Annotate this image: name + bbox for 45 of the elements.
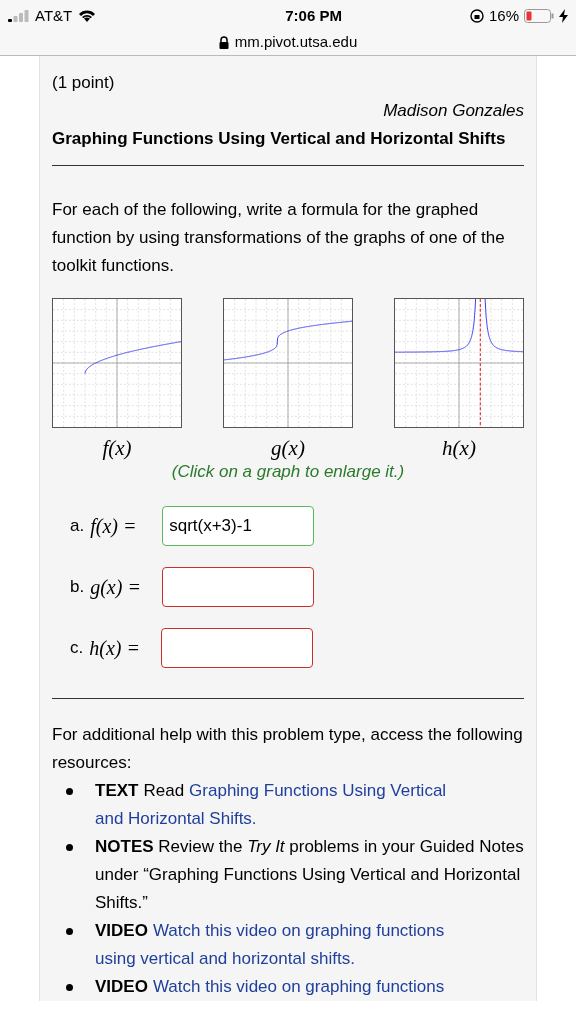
answer-letter: b. [70, 576, 85, 598]
resource-link[interactable]: Watch this video on graphing functions [152, 973, 445, 1001]
clock-time: 7:06 PM [285, 5, 342, 26]
resource-item: NOTES Review the Try It problems in your Guided Notes under “Graphing Functions Using Vertical and Horizontal Shifts.” [95, 836, 524, 914]
bullet-icon [66, 788, 73, 795]
function-label: f(x) [102, 436, 132, 460]
function-label: h(x) [442, 436, 476, 460]
resource-type: TEXT [95, 780, 139, 802]
url-text[interactable]: mm.pivot.utsa.edu [234, 31, 358, 54]
resource-link[interactable]: using vertical and horizontal shifts. [95, 945, 355, 973]
bullet-icon [66, 984, 73, 991]
wifi-icon [77, 9, 98, 23]
problem-title: Graphing Functions Using Vertical and Horizontal Shifts [52, 128, 507, 150]
signal-icon [8, 10, 30, 22]
resource-link[interactable]: Graphing Functions Using Vertical [189, 777, 447, 805]
function-graph[interactable] [52, 298, 182, 428]
battery-percent: 16% [488, 5, 519, 26]
function-label: g(x) [271, 436, 305, 460]
bullet-icon [66, 844, 73, 851]
resource-type: VIDEO [95, 920, 148, 942]
instructions-text: For each of the following, write a formula for the graphed function by using transformations of the graphs of one of the toolkit functions. [52, 199, 506, 277]
answer-field[interactable] [161, 628, 314, 668]
function-graph[interactable] [223, 298, 353, 428]
answer-letter: a. [70, 515, 85, 537]
lock-icon [218, 35, 229, 49]
enlarge-hint: (Click on a graph to enlarge it.) [170, 461, 406, 483]
function-graph[interactable] [394, 298, 524, 428]
rotation-lock-icon [469, 9, 484, 23]
resource-link[interactable]: and Horizontal Shifts. [95, 805, 257, 833]
carrier-name: AT&T [35, 5, 73, 26]
answer-field[interactable] [162, 567, 315, 607]
resource-type: VIDEO [95, 976, 148, 998]
answer-letter: c. [70, 637, 84, 659]
function-name: f(x) = [90, 514, 138, 540]
bullet-icon [66, 928, 73, 935]
function-name: g(x) = [90, 575, 142, 601]
help-intro: For additional help with this problem type, access the following resources: [52, 724, 524, 774]
resource-text: Read [143, 780, 185, 802]
author-name: Madison Gonzales [382, 100, 524, 122]
charging-bolt-icon [559, 9, 568, 23]
points-text: (1 point) [52, 72, 116, 94]
resource-link[interactable]: Watch this video on graphing functions [152, 917, 445, 945]
answer-field[interactable]: sqrt(x+3)-1 [162, 506, 315, 546]
battery-icon [524, 9, 554, 23]
function-name: h(x) = [89, 636, 141, 662]
